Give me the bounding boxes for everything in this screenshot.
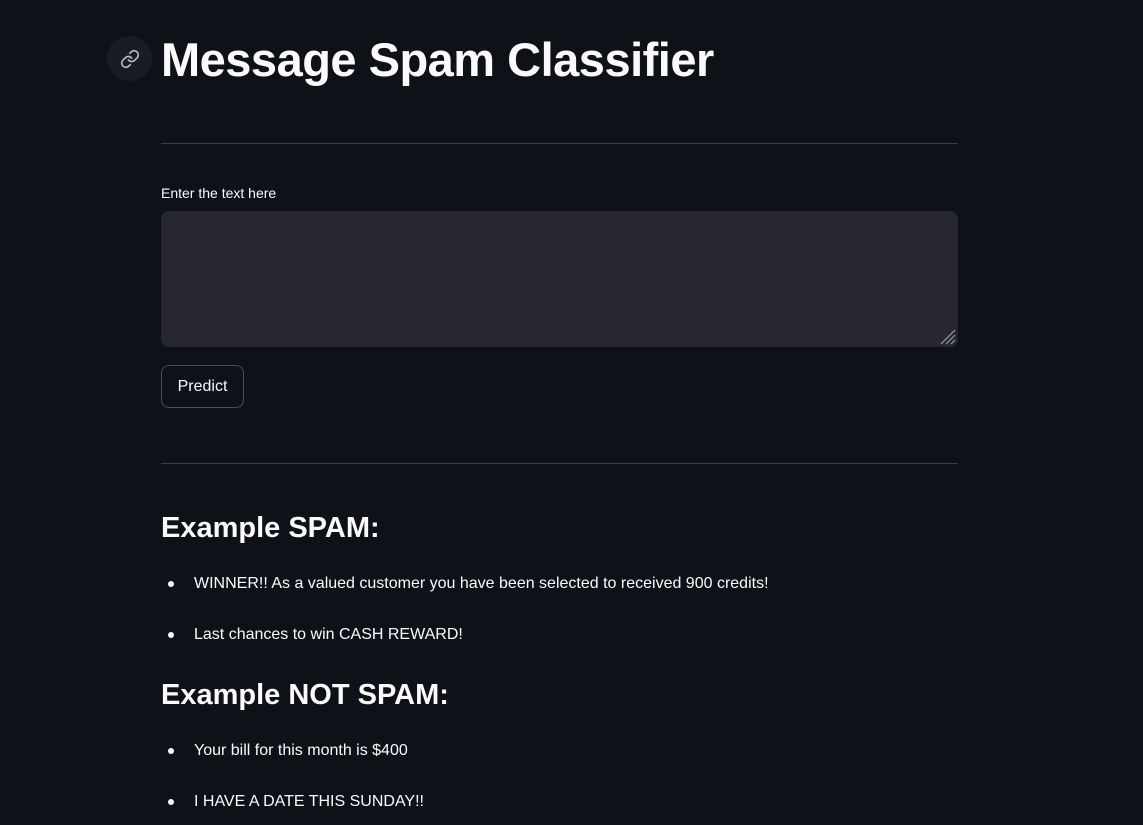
example-spam-list: WINNER!! As a valued customer you have b… [161, 573, 769, 675]
divider-middle [161, 463, 958, 464]
bullet-dot-icon [168, 581, 174, 587]
list-item: WINNER!! As a valued customer you have b… [161, 573, 769, 595]
example-not-spam-heading: Example NOT SPAM: [161, 679, 449, 711]
message-text-area[interactable] [161, 211, 958, 347]
bullet-dot-icon [168, 799, 174, 805]
list-item: Your bill for this month is $400 [161, 740, 424, 762]
divider-top [161, 143, 958, 144]
link-icon [120, 49, 139, 68]
list-item-text: Last chances to win CASH REWARD! [194, 626, 463, 643]
title-anchor-link[interactable] [107, 36, 152, 81]
predict-button[interactable]: Predict [161, 365, 244, 408]
resize-grip-icon[interactable] [938, 327, 956, 345]
bullet-dot-icon [168, 632, 174, 638]
example-not-spam-list: Your bill for this month is $400 I HAVE … [161, 740, 424, 825]
list-item: I HAVE A DATE THIS SUNDAY!! [161, 791, 424, 813]
text-input-label: Enter the text here [161, 185, 277, 201]
bullet-dot-icon [168, 748, 174, 754]
list-item-text: Your bill for this month is $400 [194, 742, 408, 759]
list-item-text: I HAVE A DATE THIS SUNDAY!! [194, 793, 424, 810]
app-main: Message Spam Classifier Enter the text h… [0, 0, 1143, 825]
example-spam-heading: Example SPAM: [161, 512, 380, 544]
list-item-text: WINNER!! As a valued customer you have b… [194, 575, 769, 592]
list-item: Last chances to win CASH REWARD! [161, 624, 769, 646]
page-title: Message Spam Classifier [161, 33, 714, 86]
